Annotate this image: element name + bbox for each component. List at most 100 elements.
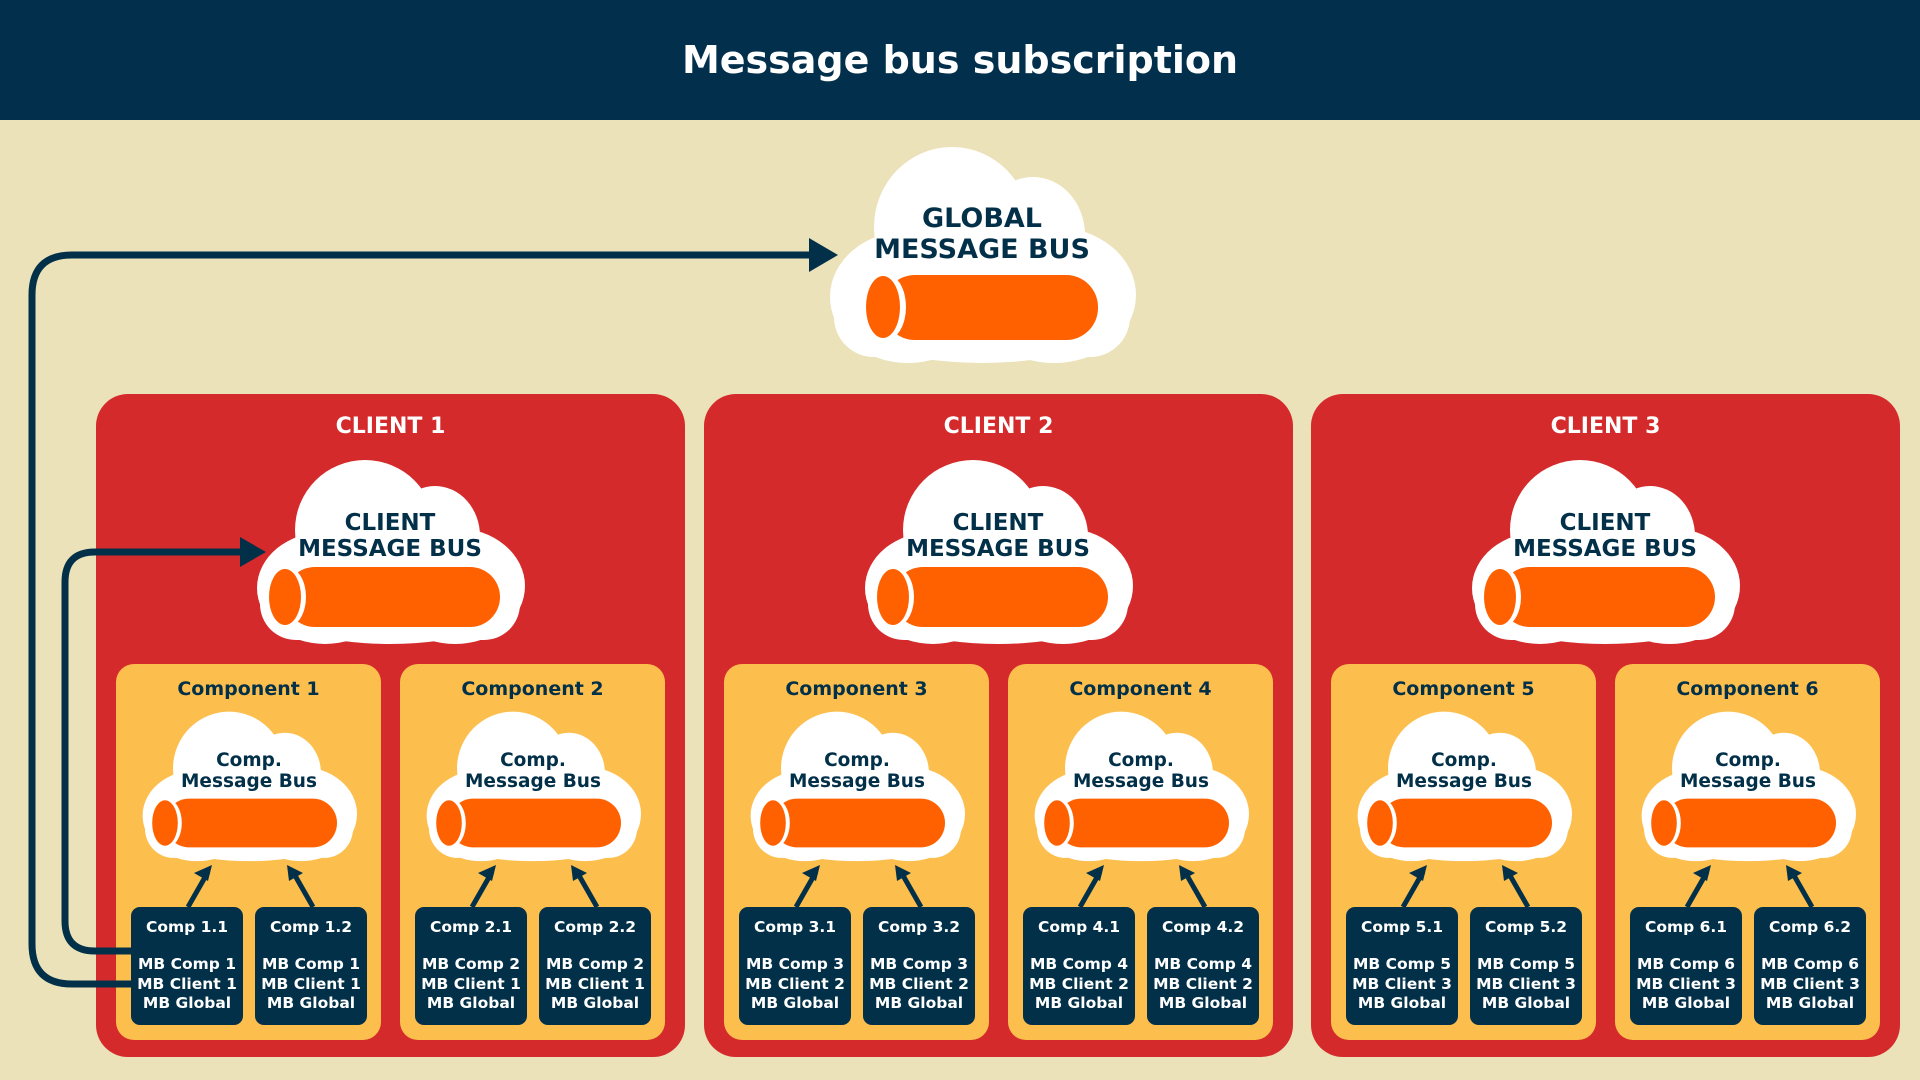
subscription-item: MB Global: [266, 994, 356, 1012]
client-message-bus: CLIENT MESSAGE BUS: [863, 458, 1133, 645]
subscription-list: MB Comp 4 MB Client 2 MB Global: [1023, 955, 1135, 1014]
comp-name: Comp 3.1: [753, 918, 837, 936]
comp-name: Comp 1.1: [145, 918, 229, 936]
subscription-list: MB Comp 2 MB Client 1 MB Global: [415, 955, 527, 1014]
subscription-item: MB Client 1: [421, 974, 521, 993]
subscription-item: MB Comp 1: [137, 955, 237, 973]
header-bar: Message bus subscription: [0, 0, 1920, 120]
subscription-item: MB Global: [750, 994, 840, 1012]
subscription-item: MB Client 3: [1476, 974, 1576, 993]
subscription-list: MB Comp 1 MB Client 1 MB Global: [131, 955, 243, 1014]
subscription-item: MB Comp 6: [1636, 955, 1736, 973]
subscription-item: MB Comp 3: [869, 955, 969, 973]
page-title: Message bus subscription: [681, 38, 1239, 82]
component-panel: Component 3 Comp. Message Bus Comp 3.1 M…: [724, 664, 989, 1040]
publish-arrows: [1400, 865, 1531, 909]
subscription-item: MB Comp 1: [261, 955, 361, 973]
global-bus-label-line2: MESSAGE BUS: [874, 234, 1090, 266]
comp-box: Comp 6.1 MB Comp 6 MB Client 3 MB Global: [1630, 907, 1742, 1025]
subscription-item: MB Global: [550, 994, 640, 1012]
component-panel: Component 4 Comp. Message Bus Comp 4.1 M…: [1008, 664, 1273, 1040]
client-bus-label-line1: CLIENT: [1559, 510, 1651, 536]
component-panel: Component 1 Comp. Message Bus Comp 1.1 M…: [116, 664, 381, 1040]
subscription-list: MB Comp 6 MB Client 3 MB Global: [1630, 955, 1742, 1014]
subscription-item: MB Comp 4: [1029, 955, 1129, 973]
subscription-item: MB Global: [1034, 994, 1124, 1012]
subscription-item: MB Client 1: [545, 974, 645, 993]
subscription-item: MB Comp 2: [421, 955, 521, 973]
client-bus-label: CLIENT MESSAGE BUS: [1470, 510, 1740, 563]
publish-arrows: [793, 865, 924, 909]
component-panel: Component 2 Comp. Message Bus Comp 2.1 M…: [400, 664, 665, 1040]
pipe-icon: [1483, 567, 1715, 627]
comp-box: Comp 4.2 MB Comp 4 MB Client 2 MB Global: [1147, 907, 1259, 1025]
comp-name: Comp 2.2: [553, 918, 637, 936]
comp-box: Comp 3.1 MB Comp 3 MB Client 2 MB Global: [739, 907, 851, 1025]
comp-name: Comp 4.2: [1161, 918, 1245, 936]
client-panel: CLIENT 2 CLIENT MESSAGE BUS Component 3 …: [704, 394, 1293, 1057]
component-panel: Component 5 Comp. Message Bus Comp 5.1 M…: [1331, 664, 1596, 1040]
comp-box: Comp 2.2 MB Comp 2 MB Client 1 MB Global: [539, 907, 651, 1025]
comp-box: Comp 4.1 MB Comp 4 MB Client 2 MB Global: [1023, 907, 1135, 1025]
subscription-item: MB Global: [1357, 994, 1447, 1012]
comp-name: Comp 6.1: [1644, 918, 1728, 936]
client-message-bus: CLIENT MESSAGE BUS: [1470, 458, 1740, 645]
subscription-list: MB Comp 6 MB Client 3 MB Global: [1754, 955, 1866, 1014]
client-bus-label: CLIENT MESSAGE BUS: [863, 510, 1133, 563]
client-title: CLIENT 3: [1550, 414, 1661, 439]
pipe-icon: [876, 567, 1108, 627]
comp-name: Comp 6.2: [1768, 918, 1852, 936]
subscription-item: MB Global: [1481, 994, 1571, 1012]
subscription-list: MB Comp 5 MB Client 3 MB Global: [1470, 955, 1582, 1014]
comp-box: Comp 6.2 MB Comp 6 MB Client 3 MB Global: [1754, 907, 1866, 1025]
publish-arrows: [469, 865, 600, 909]
comp-name: Comp 2.1: [429, 918, 513, 936]
comp-box: Comp 3.2 MB Comp 3 MB Client 2 MB Global: [863, 907, 975, 1025]
client-panel: CLIENT 1 CLIENT MESSAGE BUS Component 1 …: [96, 394, 685, 1057]
comp-box: Comp 1.2 MB Comp 1 MB Client 1 MB Global: [255, 907, 367, 1025]
client-panel: CLIENT 3 CLIENT MESSAGE BUS Component 5 …: [1311, 394, 1900, 1057]
comp-name: Comp 4.1: [1037, 918, 1121, 936]
subscription-item: MB Comp 5: [1476, 955, 1576, 973]
subscription-item: MB Comp 5: [1352, 955, 1452, 973]
subscription-item: MB Client 1: [137, 974, 237, 993]
publish-arrows: [1684, 865, 1815, 909]
client-bus-label: CLIENT MESSAGE BUS: [255, 510, 525, 563]
subscription-item: MB Client 2: [745, 974, 845, 993]
comp-name: Comp 3.2: [877, 918, 961, 936]
global-bus-label-line1: GLOBAL: [921, 203, 1043, 234]
subscription-item: MB Global: [1158, 994, 1248, 1012]
comp-name: Comp 5.1: [1360, 918, 1444, 936]
subscription-item: MB Global: [426, 994, 516, 1012]
comp-name: Comp 1.2: [269, 918, 353, 936]
subscription-item: MB Comp 2: [545, 955, 645, 973]
comp-box: Comp 5.1 MB Comp 5 MB Client 3 MB Global: [1346, 907, 1458, 1025]
client-message-bus: CLIENT MESSAGE BUS: [255, 458, 525, 645]
subscription-list: MB Comp 3 MB Client 2 MB Global: [739, 955, 851, 1014]
client-bus-label-line2: MESSAGE BUS: [298, 536, 482, 563]
subscription-item: MB Comp 4: [1153, 955, 1253, 973]
comp-name: Comp 5.2: [1484, 918, 1568, 936]
subscription-item: MB Client 3: [1352, 974, 1452, 993]
subscription-item: MB Global: [874, 994, 964, 1012]
subscription-item: MB Client 2: [869, 974, 969, 993]
subscription-item: MB Global: [142, 994, 232, 1012]
component-panel: Component 6 Comp. Message Bus Comp 6.1 M…: [1615, 664, 1880, 1040]
client-bus-label-line1: CLIENT: [952, 510, 1044, 536]
client-bus-label-line1: CLIENT: [344, 510, 436, 536]
subscription-list: MB Comp 1 MB Client 1 MB Global: [255, 955, 367, 1014]
client-bus-label-line2: MESSAGE BUS: [1513, 536, 1697, 563]
subscription-item: MB Comp 6: [1760, 955, 1860, 973]
subscription-list: MB Comp 5 MB Client 3 MB Global: [1346, 955, 1458, 1014]
subscription-item: MB Client 3: [1636, 974, 1736, 993]
comp-box: Comp 2.1 MB Comp 2 MB Client 1 MB Global: [415, 907, 527, 1025]
subscription-list: MB Comp 3 MB Client 2 MB Global: [863, 955, 975, 1014]
client-bus-label-line2: MESSAGE BUS: [906, 536, 1090, 563]
pipe-icon: [268, 567, 500, 627]
subscription-list: MB Comp 4 MB Client 2 MB Global: [1147, 955, 1259, 1014]
publish-arrows: [185, 865, 316, 909]
client-title: CLIENT 1: [335, 414, 446, 439]
client-title: CLIENT 2: [943, 414, 1054, 439]
subscription-item: MB Client 2: [1029, 974, 1129, 993]
subscription-item: MB Global: [1765, 994, 1855, 1012]
